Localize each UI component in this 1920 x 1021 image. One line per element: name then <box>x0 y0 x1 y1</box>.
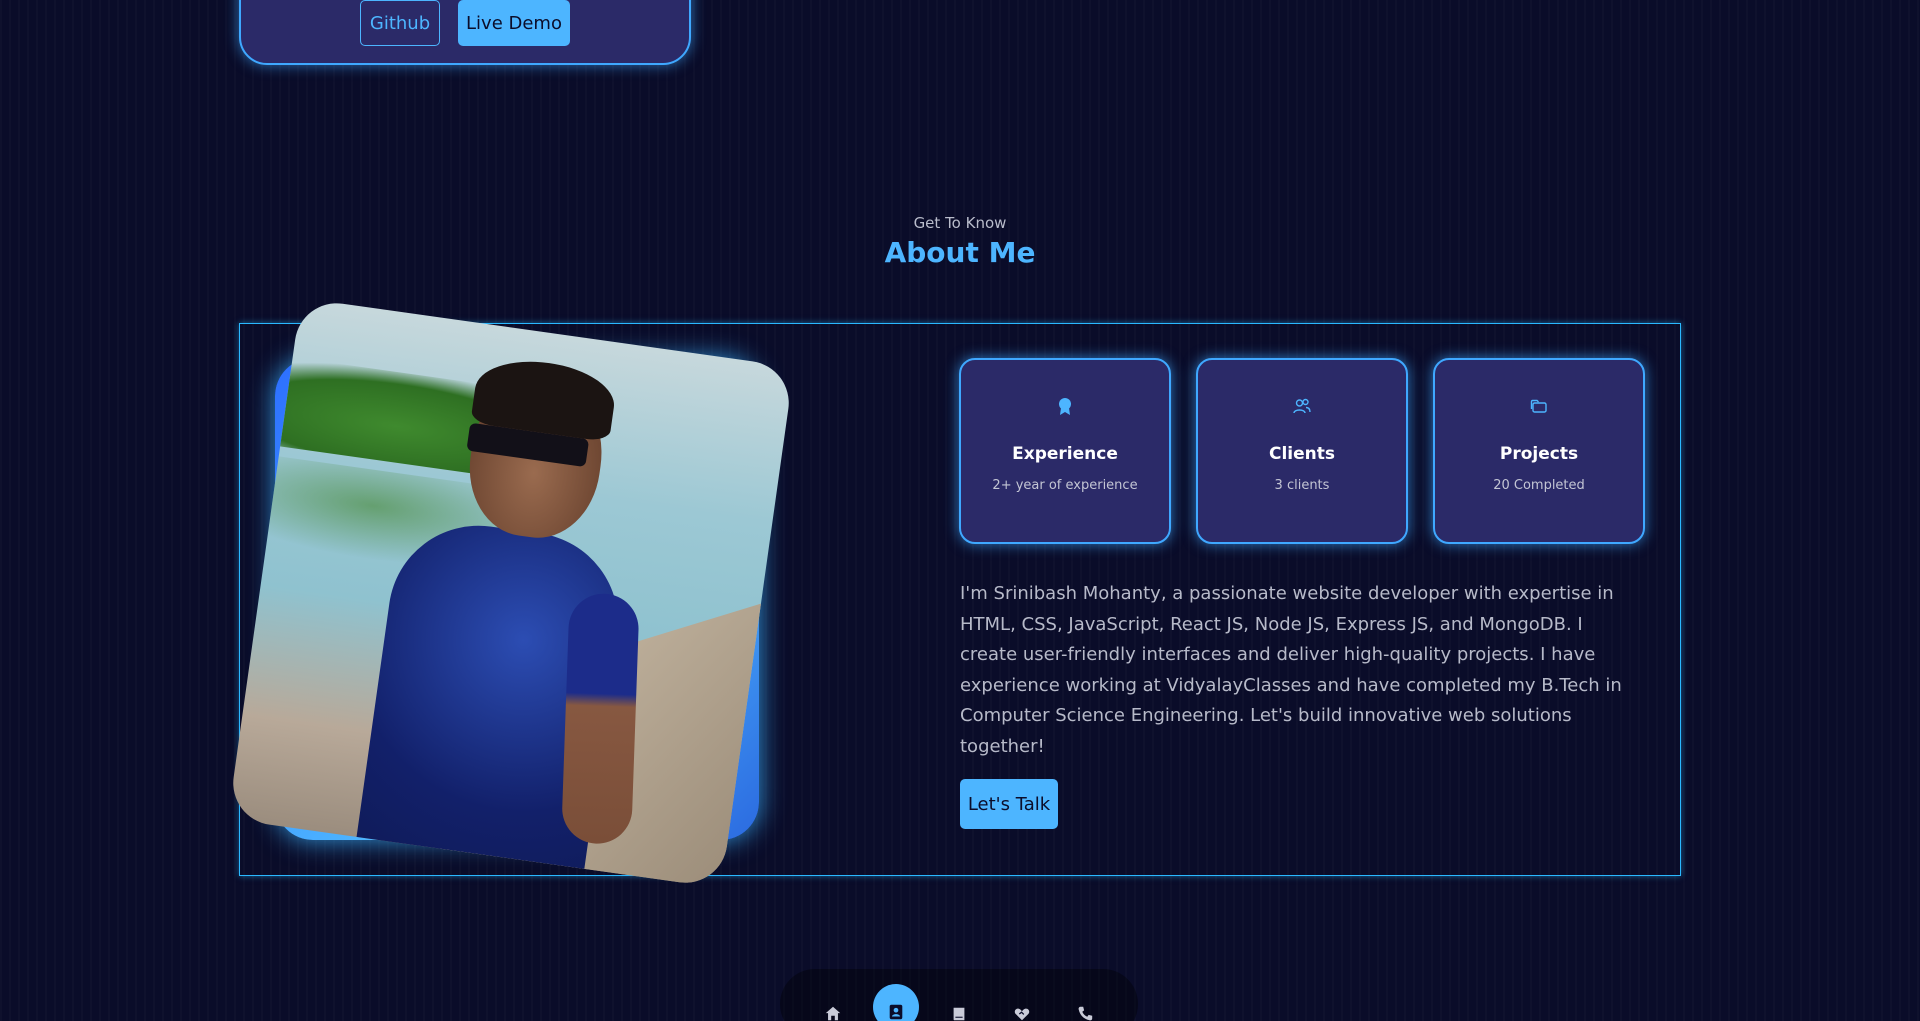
clients-card: Clients 3 clients <box>1196 358 1408 544</box>
live-demo-button[interactable]: Live Demo <box>458 0 570 46</box>
nav-home[interactable] <box>810 984 856 1021</box>
home-icon <box>825 1006 841 1021</box>
folder-icon <box>1529 396 1549 416</box>
card-subtitle: 20 Completed <box>1493 478 1585 493</box>
card-subtitle: 2+ year of experience <box>992 478 1138 493</box>
section-title: About Me <box>884 236 1036 269</box>
about-cards: Experience 2+ year of experience Clients… <box>959 358 1645 544</box>
section-subtitle: Get To Know <box>913 214 1007 232</box>
about-bio: I'm Srinibash Mohanty, a passionate webs… <box>960 583 1622 757</box>
card-title: Projects <box>1499 444 1579 464</box>
users-icon <box>1292 396 1312 416</box>
projects-card: Projects 20 Completed <box>1433 358 1645 544</box>
card-title: Clients <box>1268 444 1335 464</box>
nav-services[interactable] <box>999 984 1045 1021</box>
services-icon <box>1014 1008 1030 1021</box>
nav-contact[interactable] <box>1062 984 1108 1021</box>
nav-about[interactable] <box>873 984 919 1021</box>
github-button[interactable]: Github <box>360 0 440 46</box>
card-subtitle: 3 clients <box>1274 478 1330 493</box>
lets-talk-button[interactable]: Let's Talk <box>960 779 1058 829</box>
nav-experience[interactable] <box>936 984 982 1021</box>
award-icon <box>1055 396 1075 416</box>
phone-icon <box>1078 1006 1093 1021</box>
bottom-nav <box>780 969 1138 1021</box>
experience-card: Experience 2+ year of experience <box>959 358 1171 544</box>
profile-photo <box>227 297 795 889</box>
card-title: Experience <box>1012 444 1118 464</box>
user-icon <box>889 1004 903 1020</box>
book-icon <box>953 1007 965 1021</box>
